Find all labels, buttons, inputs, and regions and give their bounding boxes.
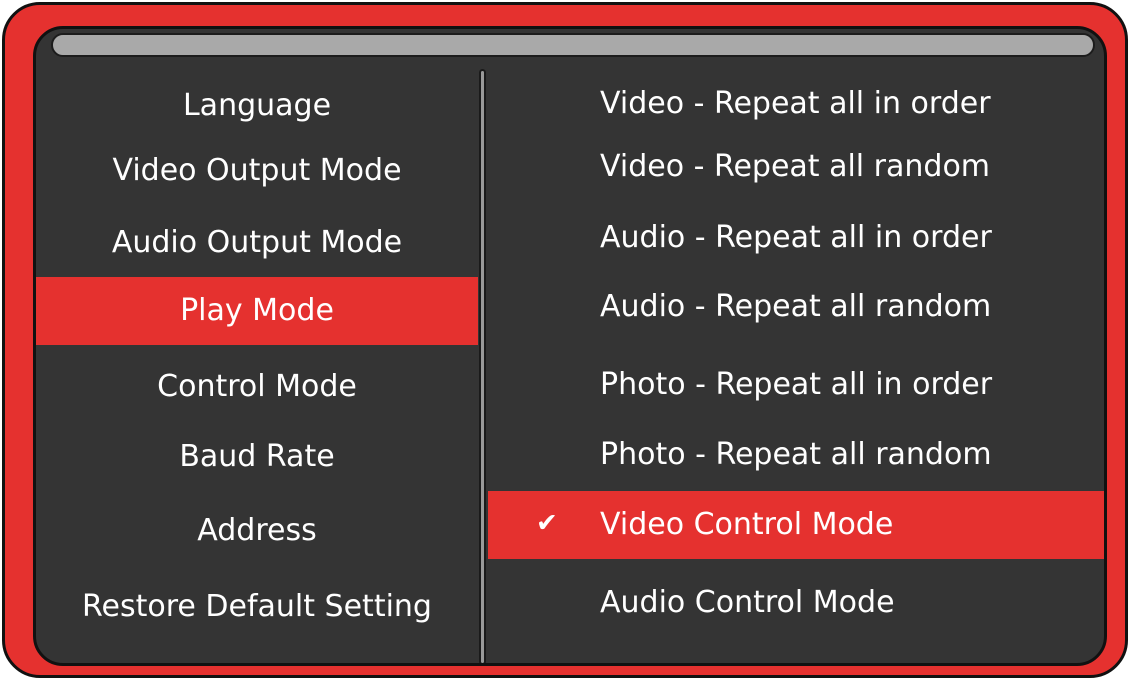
menu-item-label: Control Mode — [157, 369, 357, 404]
option-label: Audio Control Mode — [600, 585, 895, 620]
option-photo-repeat-all-in-order[interactable]: Photo - Repeat all in order — [488, 363, 1104, 407]
checkmark-icon: ✔ — [536, 508, 558, 539]
option-label: Photo - Repeat all in order — [600, 367, 993, 402]
option-label: Photo - Repeat all random — [600, 437, 992, 472]
option-label: Video - Repeat all in order — [600, 86, 991, 121]
option-label: Video - Repeat all random — [600, 149, 991, 184]
option-label: Video Control Mode — [600, 507, 894, 542]
option-audio-repeat-all-random[interactable]: Audio - Repeat all random — [488, 285, 1104, 329]
menu-item-label: Language — [182, 88, 332, 123]
menu-item-audio-output-mode[interactable]: Audio Output Mode — [36, 221, 478, 265]
option-audio-control-mode[interactable]: Audio Control Mode — [488, 581, 1104, 625]
menu-item-video-output-mode[interactable]: Video Output Mode — [36, 149, 478, 193]
menu-divider — [479, 69, 486, 663]
title-bar — [51, 33, 1095, 57]
menu-item-label: Address — [197, 513, 317, 548]
option-label: Audio - Repeat all in order — [600, 220, 992, 255]
option-audio-repeat-all-in-order[interactable]: Audio - Repeat all in order — [488, 216, 1104, 260]
menu-item-label: Play Mode — [180, 293, 334, 328]
menu-item-label: Restore Default Setting — [82, 589, 432, 624]
option-label: Audio - Repeat all random — [600, 289, 992, 324]
option-video-repeat-all-in-order[interactable]: Video - Repeat all in order — [488, 82, 1104, 126]
option-photo-repeat-all-random[interactable]: Photo - Repeat all random — [488, 433, 1104, 477]
menu-item-address[interactable]: Address — [36, 509, 478, 553]
menu-item-language[interactable]: Language — [36, 84, 478, 128]
menu-item-label: Baud Rate — [179, 439, 335, 474]
menu-item-control-mode[interactable]: Control Mode — [36, 365, 478, 409]
device-frame: Language Video Output Mode Audio Output … — [2, 2, 1128, 678]
menu-item-baud-rate[interactable]: Baud Rate — [36, 435, 478, 479]
menu-item-play-mode[interactable]: Play Mode — [36, 277, 478, 345]
menu-item-label: Audio Output Mode — [111, 225, 403, 260]
settings-panel: Language Video Output Mode Audio Output … — [33, 26, 1107, 666]
menu-item-label: Video Output Mode — [112, 153, 402, 188]
option-video-repeat-all-random[interactable]: Video - Repeat all random — [488, 145, 1104, 189]
option-video-control-mode[interactable]: ✔ Video Control Mode — [488, 491, 1104, 559]
menu-item-restore-default-setting[interactable]: Restore Default Setting — [36, 585, 478, 629]
